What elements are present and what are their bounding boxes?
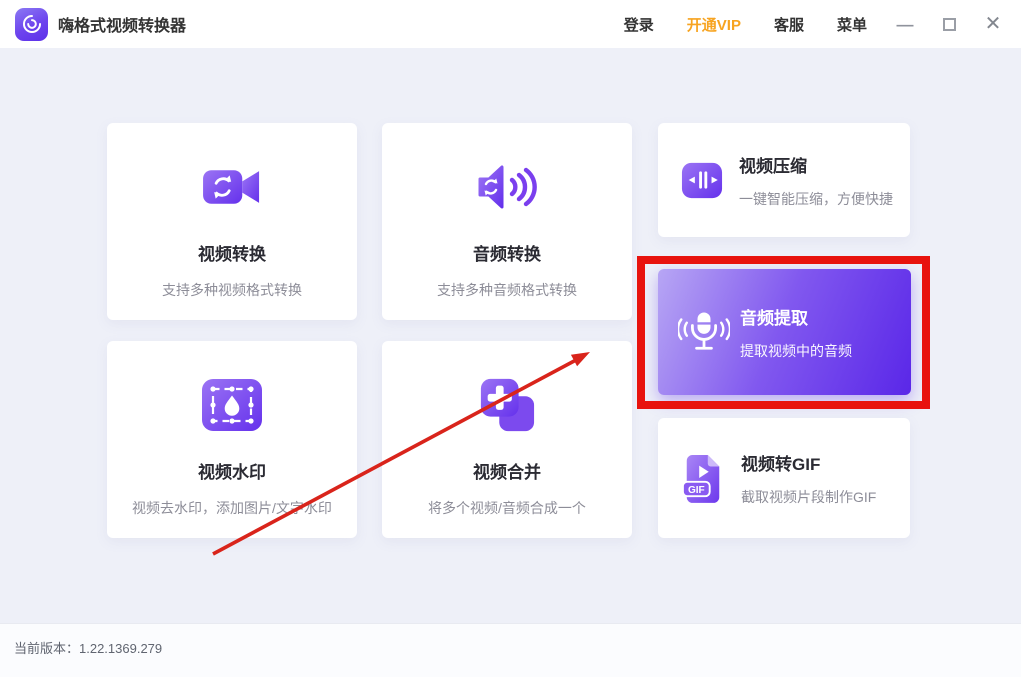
feature-card-video-merge[interactable]: 视频合并 将多个视频/音频合成一个 <box>382 341 632 538</box>
status-bar: 当前版本：1.22.1369.279 <box>0 623 1021 677</box>
login-button[interactable]: 登录 <box>624 14 654 35</box>
feature-card-video-compress[interactable]: 视频压缩 一键智能压缩，方便快捷 <box>658 123 910 237</box>
card-title: 视频压缩 <box>739 152 893 177</box>
card-title: 视频合并 <box>473 458 541 483</box>
open-vip-button[interactable]: 开通VIP <box>687 14 741 35</box>
customer-service-button[interactable]: 客服 <box>774 14 804 35</box>
card-subtitle: 提取视频中的音频 <box>740 341 852 361</box>
app-logo-icon <box>15 8 48 41</box>
maximize-icon <box>943 18 956 31</box>
feature-card-audio-convert[interactable]: 音频转换 支持多种音频格式转换 <box>382 123 632 320</box>
card-subtitle: 支持多种视频格式转换 <box>162 280 302 300</box>
audio-extract-mic-icon <box>678 308 730 356</box>
video-watermark-icon <box>200 375 264 435</box>
card-subtitle: 视频去水印，添加图片/文字水印 <box>132 498 332 518</box>
title-bar: 嗨格式视频转换器 登录 开通VIP 客服 菜单 — ✕ <box>0 0 1021 48</box>
card-subtitle: 支持多种音频格式转换 <box>437 280 577 300</box>
video-convert-icon <box>199 157 265 217</box>
card-subtitle: 将多个视频/音频合成一个 <box>428 498 586 518</box>
gif-badge-label: GIF <box>688 485 705 496</box>
video-merge-icon <box>477 375 537 435</box>
close-button[interactable]: ✕ <box>983 14 1003 34</box>
audio-convert-icon <box>476 157 538 217</box>
feature-card-video-watermark[interactable]: 视频水印 视频去水印，添加图片/文字水印 <box>107 341 357 538</box>
window-controls: — ✕ <box>895 14 1003 34</box>
feature-card-video-convert[interactable]: 视频转换 支持多种视频格式转换 <box>107 123 357 320</box>
card-subtitle: 一键智能压缩，方便快捷 <box>739 189 893 209</box>
feature-card-video-to-gif[interactable]: GIF 视频转GIF 截取视频片段制作GIF <box>658 418 910 538</box>
card-title: 视频转GIF <box>741 450 876 475</box>
minimize-button[interactable]: — <box>895 14 915 34</box>
card-title: 视频转换 <box>198 240 266 265</box>
card-title: 音频转换 <box>473 240 541 265</box>
card-title: 视频水印 <box>198 458 266 483</box>
maximize-button[interactable] <box>939 14 959 34</box>
feature-grid: 视频转换 支持多种视频格式转换 音频转换 <box>0 48 1021 623</box>
menu-button[interactable]: 菜单 <box>837 14 867 35</box>
video-compress-icon <box>681 159 723 201</box>
card-title: 音频提取 <box>740 304 852 329</box>
video-to-gif-icon: GIF <box>681 453 725 503</box>
feature-card-audio-extract[interactable]: 音频提取 提取视频中的音频 <box>658 269 911 395</box>
card-subtitle: 截取视频片段制作GIF <box>741 487 876 507</box>
topbar-menu: 登录 开通VIP 客服 菜单 <box>624 14 867 35</box>
app-title: 嗨格式视频转换器 <box>58 12 186 36</box>
version-label: 当前版本：1.22.1369.279 <box>14 638 162 657</box>
